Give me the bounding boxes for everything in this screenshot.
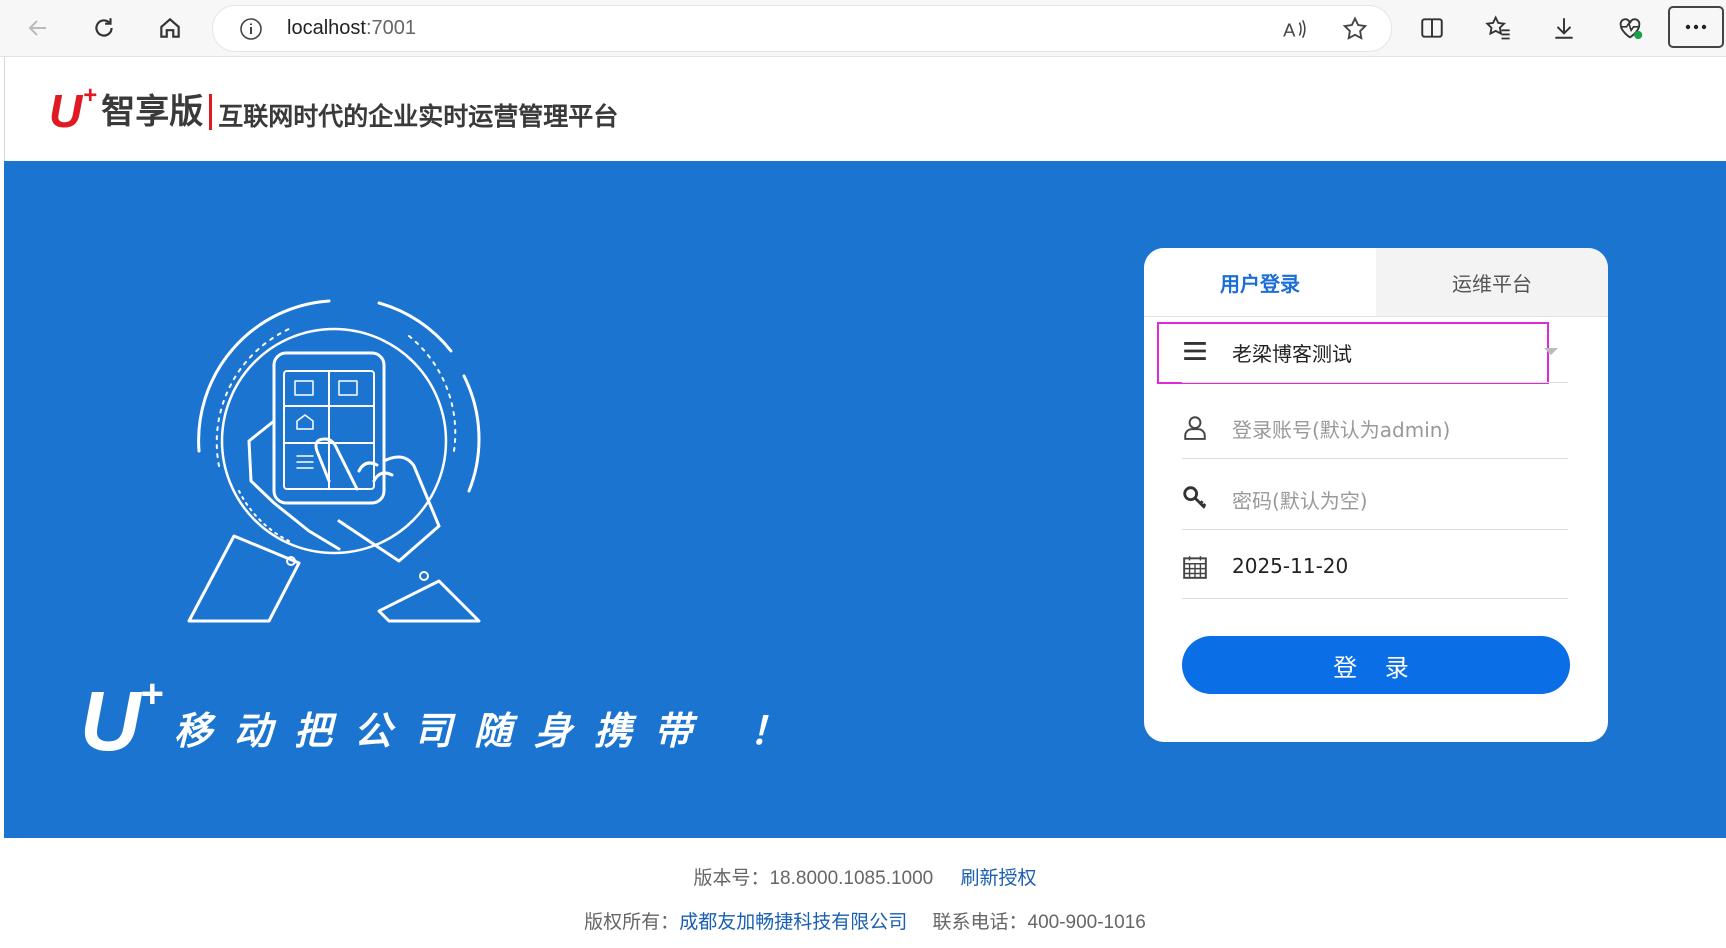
tagline-text: 移动把公司随身携带 ！ xyxy=(174,708,810,753)
refresh-icon[interactable] xyxy=(84,8,124,48)
phone-value: 400-900-1016 xyxy=(1027,912,1146,933)
login-tabs: 用户登录 运维平台 xyxy=(1144,248,1608,317)
mobile-hand-illustration xyxy=(187,299,481,623)
logo-divider xyxy=(209,94,213,130)
company-select[interactable]: 老梁博客测试 xyxy=(1182,320,1568,383)
page-footer: 版本号：18.8000.1085.1000 刷新授权 版权所有：成都友加畅捷科技… xyxy=(4,838,1726,948)
date-input[interactable]: 2025-11-20 xyxy=(1232,554,1348,578)
logo-u: U xyxy=(49,85,83,137)
banner-tagline: U + 移动把公司随身携带 ！ xyxy=(80,672,810,768)
performance-heart-icon[interactable] xyxy=(1610,8,1650,48)
brand-logo: U + 智享版 互联网时代的企业实时运营管理平台 xyxy=(49,82,619,137)
password-input[interactable]: 密码(默认为空) xyxy=(1232,485,1368,514)
home-icon[interactable] xyxy=(150,8,190,48)
more-options-icon[interactable] xyxy=(1668,6,1724,48)
tab-ops-platform[interactable]: 运维平台 xyxy=(1376,248,1608,316)
favorites-icon[interactable] xyxy=(1478,8,1518,48)
login-card: 用户登录 运维平台 老梁博客测试 登录账号(默认为admin) 密码(默认为空)… xyxy=(1144,248,1608,742)
logo-plus: + xyxy=(83,82,98,109)
header-slogan: 互联网时代的企业实时运营管理平台 xyxy=(218,102,619,131)
split-screen-icon[interactable] xyxy=(1412,8,1452,48)
date-field[interactable]: 2025-11-20 xyxy=(1182,536,1568,599)
version-label: 版本号： xyxy=(693,868,770,889)
browser-toolbar: localhost:7001 A xyxy=(0,0,1726,57)
chevron-down-icon[interactable] xyxy=(1544,348,1558,355)
company-link[interactable]: 成都友加畅捷科技有限公司 xyxy=(679,912,907,933)
back-icon[interactable] xyxy=(18,8,58,48)
version-line: 版本号：18.8000.1085.1000 刷新授权 xyxy=(4,863,1726,890)
calendar-icon xyxy=(1183,556,1207,579)
phone-label: 联系电话： xyxy=(932,912,1028,933)
tab-user-login[interactable]: 用户登录 xyxy=(1144,248,1376,316)
copyright-label: 版权所有： xyxy=(584,912,680,933)
menu-list-icon xyxy=(1184,342,1206,360)
svg-text:A: A xyxy=(1283,20,1296,41)
company-select-value: 老梁博客测试 xyxy=(1232,342,1352,366)
tagline-u: U xyxy=(80,674,141,768)
account-field[interactable]: 登录账号(默认为admin) xyxy=(1182,396,1568,459)
tagline-plus: + xyxy=(140,672,165,716)
download-icon[interactable] xyxy=(1544,8,1584,48)
version-value: 18.8000.1085.1000 xyxy=(769,868,934,889)
copyright-line: 版权所有：成都友加畅捷科技有限公司 联系电话：400-900-1016 xyxy=(4,907,1726,934)
logo-edition: 智享版 xyxy=(101,92,204,132)
account-input[interactable]: 登录账号(默认为admin) xyxy=(1232,414,1450,443)
user-icon xyxy=(1184,416,1206,440)
address-bar[interactable]: localhost:7001 A xyxy=(212,5,1392,52)
key-icon xyxy=(1183,486,1207,509)
refresh-license-link[interactable]: 刷新授权 xyxy=(961,868,1037,889)
read-aloud-icon[interactable]: A xyxy=(1281,16,1307,42)
info-icon[interactable] xyxy=(239,17,263,41)
password-field[interactable]: 密码(默认为空) xyxy=(1182,467,1568,530)
site-header: U + 智享版 互联网时代的企业实时运营管理平台 xyxy=(4,57,1726,161)
url-text: localhost:7001 xyxy=(287,17,416,39)
login-button[interactable]: 登 录 xyxy=(1182,636,1570,694)
favorite-star-icon[interactable] xyxy=(1341,15,1369,43)
